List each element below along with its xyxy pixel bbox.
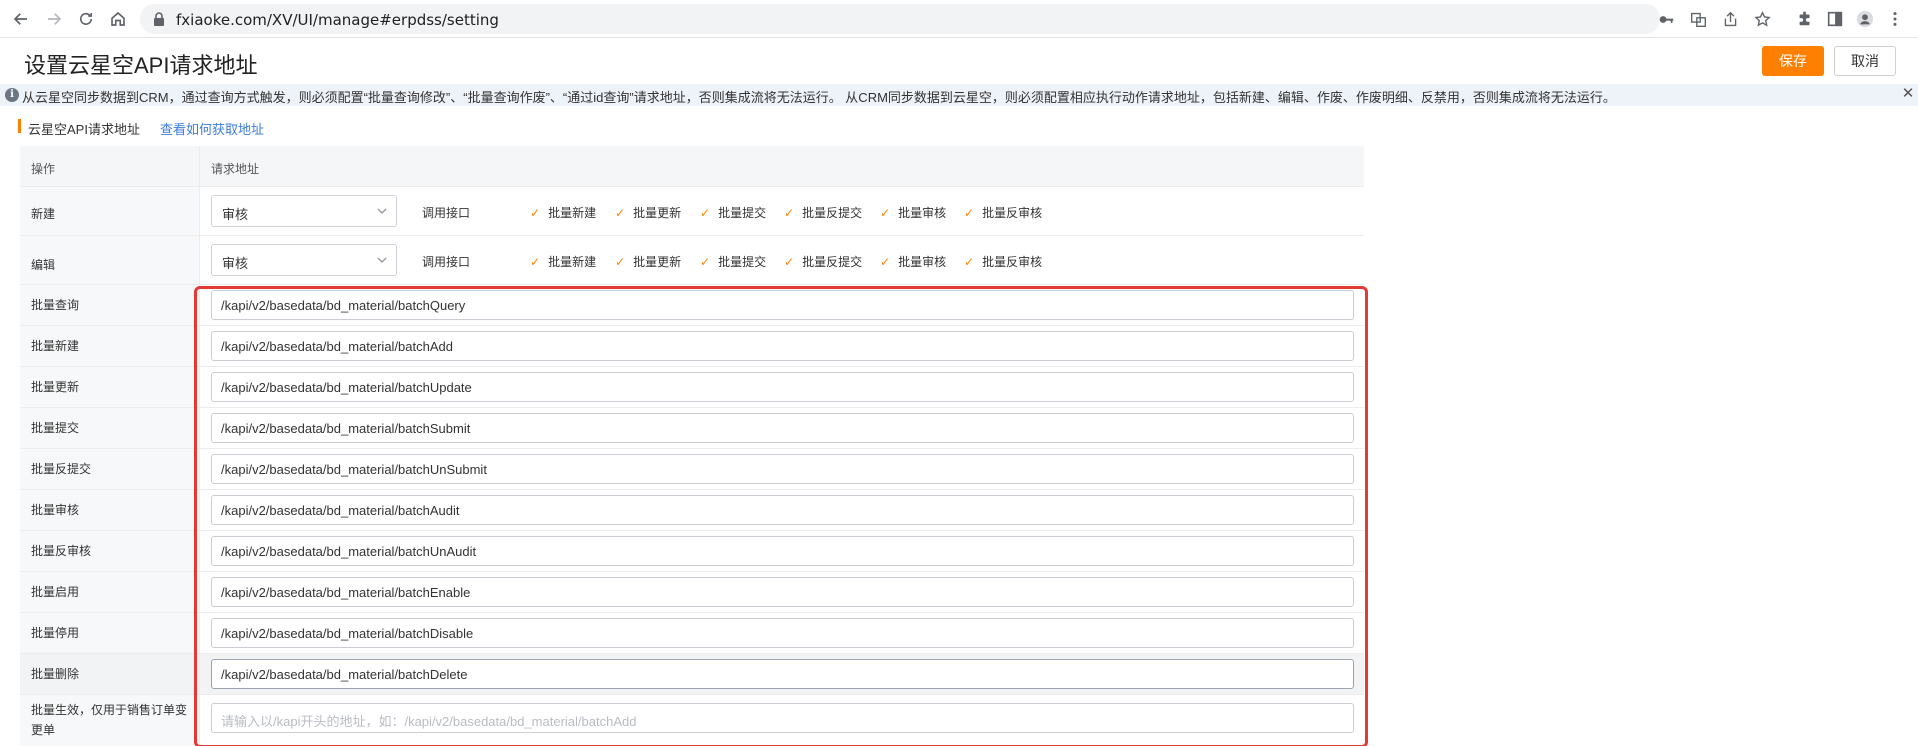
key-icon[interactable]	[1656, 9, 1676, 29]
table-row: 批量启用 /kapi/v2/basedata/bd_material/batch…	[20, 572, 1364, 613]
row-operation-label: 批量新建	[31, 339, 80, 353]
browser-toolbar: fxiaoke.com/XV/UI/manage#erpdss/setting	[0, 0, 1918, 38]
check-icon: ✓	[880, 206, 891, 220]
bookmark-star-icon[interactable]	[1752, 9, 1772, 29]
check-batch-audit[interactable]: ✓ 批量审核	[880, 253, 946, 270]
address-input[interactable]: /kapi/v2/basedata/bd_material/batchUnSub…	[211, 454, 1354, 484]
row-operation-label: 批量更新	[31, 380, 80, 394]
save-button[interactable]: 保存	[1762, 46, 1824, 76]
check-batch-audit[interactable]: ✓ 批量审核	[880, 204, 946, 221]
row-operation-label: 批量启用	[31, 585, 80, 599]
table-row: 批量提交 /kapi/v2/basedata/bd_material/batch…	[20, 408, 1364, 449]
info-icon: i	[5, 88, 19, 102]
notice-text: 从云星空同步数据到CRM，通过查询方式触发，则必须配置“批量查询修改”、“批量查…	[22, 90, 1616, 105]
chevron-down-icon	[377, 257, 387, 263]
reload-icon[interactable]	[74, 7, 98, 31]
row-operation-label-line2: 更单	[31, 723, 56, 737]
extensions-icon[interactable]	[1794, 8, 1816, 30]
check-batch-unsubmit[interactable]: ✓ 批量反提交	[784, 204, 862, 221]
info-notice: i 从云星空同步数据到CRM，通过查询方式触发，则必须配置“批量查询修改”、“批…	[0, 84, 1918, 106]
more-menu-icon[interactable]	[1884, 8, 1906, 30]
forward-icon[interactable]	[42, 7, 66, 31]
row-operation-label: 批量删除	[31, 667, 80, 681]
row-operation-label: 新建	[31, 207, 56, 221]
row-operation-label: 批量停用	[31, 626, 80, 640]
check-icon: ✓	[784, 206, 795, 220]
api-label: 调用接口	[422, 206, 471, 220]
check-batch-submit[interactable]: ✓ 批量提交	[700, 204, 766, 221]
table-row: 批量生效，仅用于销售订单变 更单 请输入以/kapi开头的地址，如：/kapi/…	[20, 695, 1364, 746]
check-icon: ✓	[964, 255, 975, 269]
table-header-row: 操作 请求地址	[20, 146, 1364, 187]
address-input[interactable]: /kapi/v2/basedata/bd_material/batchUnAud…	[211, 536, 1354, 566]
home-icon[interactable]	[106, 7, 130, 31]
share-icon[interactable]	[1720, 9, 1740, 29]
check-batch-unaudit[interactable]: ✓ 批量反审核	[964, 204, 1042, 221]
url-text: fxiaoke.com/XV/UI/manage#erpdss/setting	[176, 11, 499, 29]
table-row: 批量查询 /kapi/v2/basedata/bd_material/batch…	[20, 285, 1364, 326]
action-select[interactable]: 审核	[211, 195, 397, 227]
check-batch-add[interactable]: ✓ 批量新建	[530, 253, 596, 270]
row-operation-label: 编辑	[31, 258, 56, 272]
table-row: 批量反提交 /kapi/v2/basedata/bd_material/batc…	[20, 449, 1364, 490]
header-address: 请求地址	[211, 162, 260, 176]
row-operation-label: 批量审核	[31, 503, 80, 517]
table-row: 批量审核 /kapi/v2/basedata/bd_material/batch…	[20, 490, 1364, 531]
check-batch-submit[interactable]: ✓ 批量提交	[700, 253, 766, 270]
check-batch-update[interactable]: ✓ 批量更新	[615, 204, 681, 221]
address-bar[interactable]: fxiaoke.com/XV/UI/manage#erpdss/setting	[140, 4, 1771, 34]
row-operation-label: 批量反提交	[31, 462, 92, 476]
table-row: 编辑 审核 调用接口 ✓ 批量新建 ✓ 批量更新 ✓ 批量提交 ✓ 批量反提交 ✓ 批量审…	[20, 236, 1364, 285]
lock-icon	[152, 12, 166, 26]
section-accent-bar	[18, 119, 21, 133]
select-value: 审核	[222, 207, 249, 222]
page-title: 设置云星空API请求地址	[24, 53, 258, 78]
address-input[interactable]: /kapi/v2/basedata/bd_material/batchSubmi…	[211, 413, 1354, 443]
address-input[interactable]: /kapi/v2/basedata/bd_material/batchDelet…	[211, 659, 1354, 689]
api-label: 调用接口	[422, 255, 471, 269]
check-batch-unsubmit[interactable]: ✓ 批量反提交	[784, 253, 862, 270]
check-batch-add[interactable]: ✓ 批量新建	[530, 204, 596, 221]
how-to-get-address-link[interactable]: 查看如何获取地址	[160, 119, 264, 138]
check-icon: ✓	[700, 206, 711, 220]
check-icon: ✓	[700, 255, 711, 269]
check-icon: ✓	[964, 206, 975, 220]
address-input[interactable]: /kapi/v2/basedata/bd_material/batchDisab…	[211, 618, 1354, 648]
section-title: 云星空API请求地址	[28, 122, 140, 137]
cancel-button[interactable]: 取消	[1834, 46, 1896, 76]
action-select[interactable]: 审核	[211, 244, 397, 276]
row-operation-label: 批量查询	[31, 298, 80, 312]
select-value: 审核	[222, 256, 249, 271]
check-icon: ✓	[615, 206, 626, 220]
profile-avatar-icon[interactable]	[1854, 8, 1876, 30]
table-row: 新建 审核 调用接口 ✓ 批量新建 ✓ 批量更新 ✓ 批量提交 ✓ 批量反提交 ✓ 批量审…	[20, 187, 1364, 236]
table-row: 批量停用 /kapi/v2/basedata/bd_material/batch…	[20, 613, 1364, 654]
table-row: 批量反审核 /kapi/v2/basedata/bd_material/batc…	[20, 531, 1364, 572]
table-row: 批量更新 /kapi/v2/basedata/bd_material/batch…	[20, 367, 1364, 408]
row-operation-label-line1: 批量生效，仅用于销售订单变	[31, 703, 188, 717]
table-row: 批量新建 /kapi/v2/basedata/bd_material/batch…	[20, 326, 1364, 367]
chevron-down-icon	[377, 208, 387, 214]
check-icon: ✓	[784, 255, 795, 269]
address-input[interactable]: /kapi/v2/basedata/bd_material/batchUpdat…	[211, 372, 1354, 402]
check-icon: ✓	[615, 255, 626, 269]
address-input[interactable]: /kapi/v2/basedata/bd_material/batchQuery	[211, 290, 1354, 320]
address-input[interactable]: /kapi/v2/basedata/bd_material/batchAdd	[211, 331, 1354, 361]
row-operation-label: 批量提交	[31, 421, 80, 435]
address-input[interactable]: /kapi/v2/basedata/bd_material/batchEnabl…	[211, 577, 1354, 607]
header-operation: 操作	[31, 162, 56, 176]
close-icon[interactable]: ✕	[1900, 86, 1916, 102]
row-operation-label: 批量反审核	[31, 544, 92, 558]
address-input[interactable]: 请输入以/kapi开头的地址，如：/kapi/v2/basedata/bd_ma…	[211, 703, 1354, 733]
translate-icon[interactable]	[1688, 9, 1708, 29]
side-panel-icon[interactable]	[1824, 8, 1846, 30]
check-batch-update[interactable]: ✓ 批量更新	[615, 253, 681, 270]
check-icon: ✓	[880, 255, 891, 269]
check-icon: ✓	[530, 255, 541, 269]
check-icon: ✓	[530, 206, 541, 220]
check-batch-unaudit[interactable]: ✓ 批量反审核	[964, 253, 1042, 270]
address-input[interactable]: /kapi/v2/basedata/bd_material/batchAudit	[211, 495, 1354, 525]
back-icon[interactable]	[9, 7, 33, 31]
table-row: 批量删除 /kapi/v2/basedata/bd_material/batch…	[20, 654, 1364, 695]
